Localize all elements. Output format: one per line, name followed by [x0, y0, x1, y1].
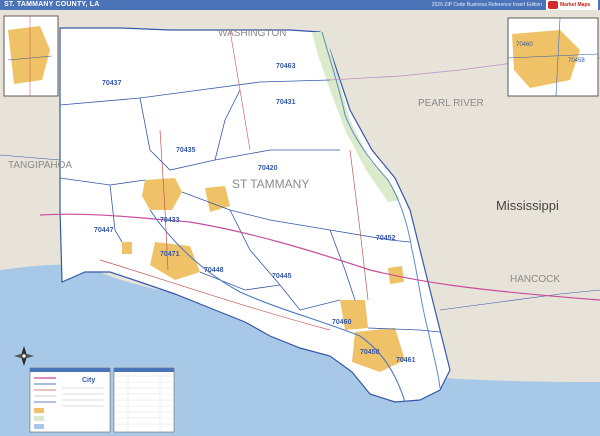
inset-zip-70458: 70458 — [568, 58, 585, 64]
urban-area-madisonville — [122, 242, 132, 254]
zip-label-70452: 70452 — [376, 235, 396, 242]
map-title: ST. TAMMANY COUNTY, LA — [4, 1, 100, 8]
zip-label-70447: 70447 — [94, 227, 114, 234]
zip-label-70458: 70458 — [360, 349, 380, 356]
region-label-tangipahoa: TANGIPAHOA — [8, 160, 72, 171]
zip-label-70461: 70461 — [396, 357, 416, 364]
map-frame: ST. TAMMANY COUNTY, LA 2026 ZIP Code Bus… — [0, 0, 600, 436]
zip-label-70437: 70437 — [102, 80, 122, 87]
zip-label-70431: 70431 — [276, 99, 296, 106]
region-label-hancock: HANCOCK — [510, 274, 560, 285]
zip-label-70463: 70463 — [276, 63, 296, 70]
map-header: ST. TAMMANY COUNTY, LA 2026 ZIP Code Bus… — [0, 0, 600, 10]
map-canvas[interactable]: 70460 70458 WASHINGTON PEARL RIVER TANGI… — [0, 10, 600, 436]
region-label-washington: WASHINGTON — [218, 28, 286, 39]
inset-map-left[interactable] — [3, 15, 59, 97]
zip-label-70420: 70420 — [258, 165, 278, 172]
publisher-logo: Market Maps — [546, 0, 598, 10]
inset-map-right[interactable]: 70460 70458 — [507, 17, 599, 97]
market-maps-logo-icon — [548, 1, 558, 9]
region-label-st-tammany: ST TAMMANY — [232, 177, 309, 191]
map-legend: City — [29, 367, 111, 433]
region-label-pearl-river: PEARL RIVER — [418, 98, 484, 109]
zip-index-table — [113, 367, 175, 433]
zip-label-70448: 70448 — [204, 267, 224, 274]
map-subtitle: 2026 ZIP Code Business Reference Insert … — [431, 2, 542, 8]
zip-label-70435: 70435 — [176, 147, 196, 154]
logo-text: Market Maps — [560, 2, 591, 8]
zip-label-70460: 70460 — [332, 319, 352, 326]
inset-zip-70460: 70460 — [516, 42, 533, 48]
region-label-mississippi: Mississippi — [496, 198, 559, 213]
zip-label-70433: 70433 — [160, 217, 180, 224]
legend-city-label: City — [82, 377, 95, 384]
zip-label-70471: 70471 — [160, 251, 180, 258]
zip-label-70445: 70445 — [272, 273, 292, 280]
